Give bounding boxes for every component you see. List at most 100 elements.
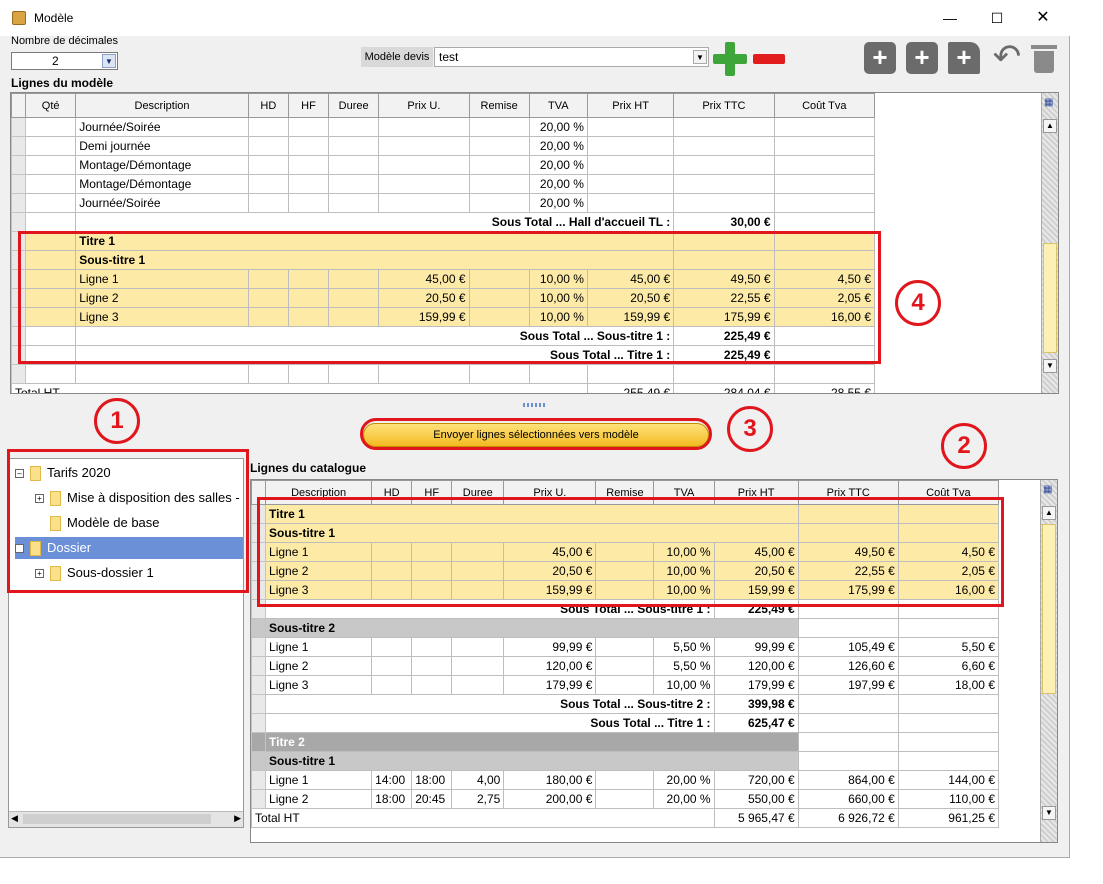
duree-cell[interactable] — [451, 675, 505, 695]
tva-cell[interactable]: 20,00 % — [528, 136, 588, 156]
table-row[interactable]: Ligne 2 120,00 €5,50 % 120,00 €126,60 €6,6… — [251, 656, 1000, 676]
hf-cell[interactable] — [287, 193, 330, 213]
trash-icon[interactable] — [1031, 42, 1057, 74]
decimals-select[interactable]: 2 ▼ — [11, 52, 118, 70]
hd-cell[interactable] — [247, 117, 289, 137]
splitter-handle[interactable] — [523, 403, 547, 407]
hf-cell[interactable] — [287, 155, 330, 175]
remise-cell[interactable] — [468, 155, 530, 175]
scroll-up-icon[interactable]: ▲ — [1042, 506, 1056, 520]
hf-cell[interactable] — [287, 136, 330, 156]
group-row[interactable]: Sous-titre 1 — [251, 751, 1000, 771]
tva-cell[interactable]: 10,00 % — [653, 675, 715, 695]
table-row[interactable]: Journée/Soirée 20,00 % — [11, 193, 876, 213]
table-row[interactable]: Ligne 2 18:00 20:45 2,75 200,00 € 20,00 % 550,… — [251, 789, 1000, 809]
chevron-down-icon[interactable]: ▼ — [102, 54, 116, 68]
table-row[interactable]: Demi journée 20,00 % — [11, 136, 876, 156]
column-header[interactable]: HD — [247, 93, 289, 118]
remise-cell[interactable] — [468, 117, 530, 137]
chevron-down-icon[interactable]: ▼ — [693, 50, 707, 64]
duree-cell[interactable]: 2,75 — [451, 789, 505, 809]
remise-cell[interactable] — [468, 174, 530, 194]
row-header[interactable] — [251, 732, 267, 752]
subtotal-row[interactable]: Sous Total ... Titre 1 :625,47 € — [251, 713, 1000, 733]
column-header[interactable]: Duree — [328, 93, 380, 118]
row-header[interactable] — [251, 713, 267, 733]
scroll-down-icon[interactable]: ▼ — [1042, 806, 1056, 820]
description-cell[interactable]: Ligne 2 — [265, 789, 373, 809]
scroll-down-icon[interactable]: ▼ — [1043, 359, 1057, 373]
remise-cell[interactable] — [595, 656, 655, 676]
hf-cell[interactable]: 18:00 — [411, 770, 453, 790]
hd-cell[interactable]: 14:00 — [371, 770, 413, 790]
hf-cell[interactable] — [287, 174, 330, 194]
prix-u-cell[interactable]: 180,00 € — [503, 770, 597, 790]
hf-cell[interactable] — [411, 637, 453, 657]
tva-cell[interactable]: 20,00 % — [653, 789, 715, 809]
group-row[interactable]: Titre 2 — [251, 732, 1000, 752]
row-header[interactable] — [11, 155, 27, 175]
tva-cell[interactable]: 20,00 % — [528, 155, 588, 175]
description-cell[interactable]: Ligne 1 — [265, 770, 373, 790]
add-line-icon[interactable]: + — [864, 42, 896, 74]
qty-cell[interactable] — [25, 117, 77, 137]
table-row[interactable]: Montage/Démontage 20,00 % — [11, 174, 876, 194]
row-header[interactable] — [251, 675, 267, 695]
catalogue-scrollbar[interactable]: ▦ ▲ ▼ — [1040, 480, 1057, 842]
row-header[interactable] — [251, 751, 267, 771]
table-row[interactable]: Montage/Démontage 20,00 % — [11, 155, 876, 175]
hd-cell[interactable] — [247, 155, 289, 175]
description-cell[interactable]: Ligne 3 — [265, 675, 373, 695]
row-header[interactable] — [11, 212, 27, 232]
prix-u-cell[interactable]: 179,99 € — [503, 675, 597, 695]
duree-cell[interactable] — [328, 193, 380, 213]
maximize-icon[interactable]: ☐ — [983, 8, 1011, 28]
description-cell[interactable]: Ligne 1 — [265, 637, 373, 657]
scroll-up-icon[interactable]: ▲ — [1043, 119, 1057, 133]
duree-cell[interactable] — [328, 136, 380, 156]
qty-cell[interactable] — [25, 193, 77, 213]
duree-cell[interactable] — [451, 656, 505, 676]
row-header[interactable] — [11, 193, 27, 213]
hd-cell[interactable] — [247, 193, 289, 213]
prix-u-cell[interactable] — [378, 155, 470, 175]
table-row[interactable]: Journée/Soirée 20,00 % — [11, 117, 876, 137]
row-header[interactable] — [251, 694, 267, 714]
column-header[interactable]: HF — [287, 93, 330, 118]
qty-cell[interactable] — [25, 136, 77, 156]
add-icon[interactable] — [713, 42, 747, 76]
tva-cell[interactable]: 20,00 % — [528, 117, 588, 137]
row-header[interactable] — [11, 117, 27, 137]
column-header[interactable]: Prix TTC — [673, 93, 775, 118]
table-row[interactable]: Ligne 3 179,99 €10,00 % 179,99 €197,99 €18… — [251, 675, 1000, 695]
tva-cell[interactable]: 5,50 % — [653, 637, 715, 657]
subtotal-row[interactable]: Sous Total ... Sous-titre 2 :399,98 € — [251, 694, 1000, 714]
column-header[interactable]: TVA — [528, 93, 588, 118]
add-multiple-icon[interactable]: + — [906, 42, 938, 74]
row-header[interactable] — [251, 789, 267, 809]
tva-cell[interactable]: 20,00 % — [653, 770, 715, 790]
remise-cell[interactable] — [595, 789, 655, 809]
qty-cell[interactable] — [25, 155, 77, 175]
hd-cell[interactable] — [371, 675, 413, 695]
duree-cell[interactable] — [328, 117, 380, 137]
hf-cell[interactable] — [411, 675, 453, 695]
column-header[interactable]: Coût Tva — [773, 93, 876, 118]
remise-cell[interactable] — [595, 675, 655, 695]
remise-cell[interactable] — [595, 770, 655, 790]
tree-hscrollbar[interactable]: ◀ ▶ — [9, 811, 243, 827]
modele-devis-select[interactable]: test ▼ — [434, 47, 709, 67]
column-header[interactable]: Prix U. — [378, 93, 470, 118]
tva-cell[interactable]: 20,00 % — [528, 174, 588, 194]
scroll-left-icon[interactable]: ◀ — [11, 813, 18, 824]
hd-cell[interactable] — [371, 637, 413, 657]
duree-cell[interactable] — [328, 155, 380, 175]
duree-cell[interactable] — [328, 174, 380, 194]
column-chooser-icon[interactable]: ▦ — [1044, 97, 1053, 108]
remise-cell[interactable] — [468, 193, 530, 213]
prix-u-cell[interactable] — [378, 117, 470, 137]
column-chooser-icon[interactable]: ▦ — [1043, 484, 1052, 495]
remove-icon[interactable] — [753, 54, 785, 64]
scroll-thumb[interactable] — [1043, 243, 1057, 353]
hd-cell[interactable]: 18:00 — [371, 789, 413, 809]
